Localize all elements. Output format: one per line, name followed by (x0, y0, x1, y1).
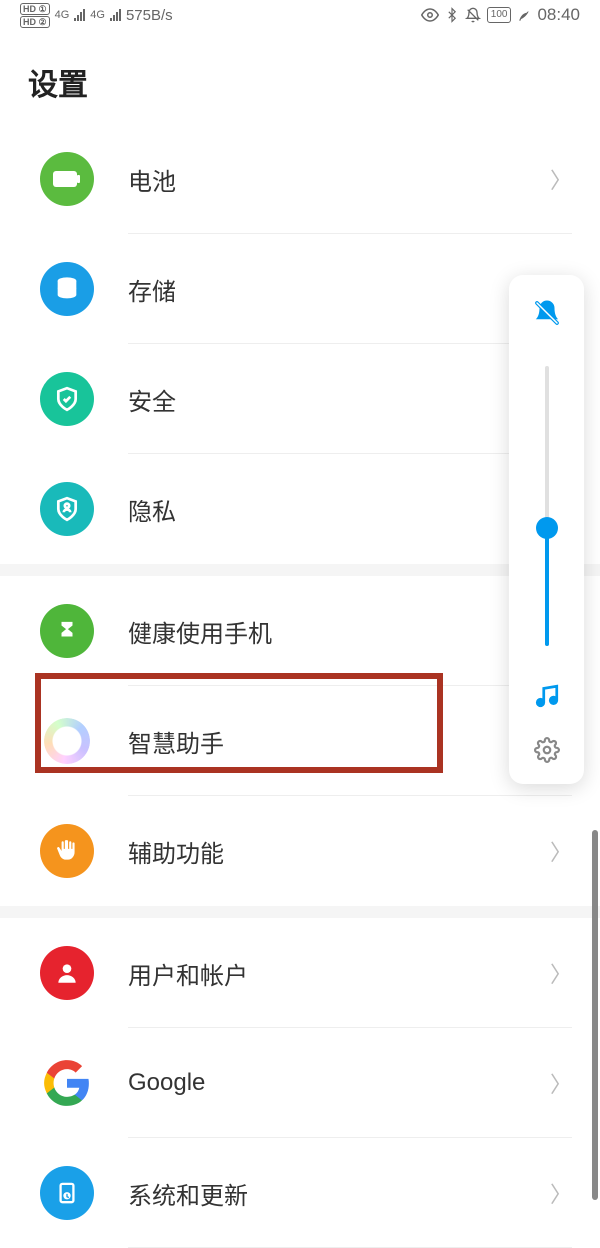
google-icon (40, 1056, 94, 1110)
item-label: 智慧助手 (128, 724, 550, 759)
item-label: 辅助功能 (128, 834, 550, 869)
signal-icon (74, 9, 85, 21)
battery-indicator: 100 (487, 7, 512, 23)
settings-item-google[interactable]: Google 〉 (0, 1028, 600, 1138)
item-label: 用户和帐户 (128, 956, 550, 991)
music-button[interactable] (529, 678, 565, 714)
data-speed: 575B/s (126, 7, 173, 24)
hd-badge-1: HD ① (20, 3, 50, 15)
status-bar: HD ① HD ② 4G 4G 575B/s 100 08:40 (0, 0, 600, 30)
hand-icon (40, 824, 94, 878)
volume-settings-button[interactable] (529, 732, 565, 768)
hourglass-icon (40, 604, 94, 658)
volume-thumb[interactable] (536, 517, 558, 539)
item-label: 健康使用手机 (128, 614, 550, 649)
clock-time: 08:40 (537, 5, 580, 25)
item-label: 电池 (128, 162, 550, 197)
scrollbar-thumb[interactable] (592, 830, 598, 1200)
item-label: 安全 (128, 382, 550, 417)
assistant-icon (40, 714, 94, 768)
bluetooth-icon (445, 7, 459, 23)
item-label: 系统和更新 (128, 1176, 550, 1211)
bell-off-icon (532, 298, 562, 328)
signal-icon-2 (110, 9, 121, 21)
chevron-right-icon: 〉 (550, 163, 572, 195)
settings-item-system[interactable]: 系统和更新 〉 (0, 1138, 600, 1248)
status-right: 100 08:40 (421, 5, 580, 25)
security-icon (40, 372, 94, 426)
volume-slider[interactable] (545, 366, 549, 646)
item-label: 隐私 (128, 492, 550, 527)
status-left: HD ① HD ② 4G 4G 575B/s (20, 3, 173, 28)
storage-icon (40, 262, 94, 316)
settings-item-battery[interactable]: 电池 〉 (0, 124, 600, 234)
settings-item-accessibility[interactable]: 辅助功能 〉 (0, 796, 600, 906)
settings-item-users[interactable]: 用户和帐户 〉 (0, 918, 600, 1028)
volume-panel (509, 275, 584, 784)
chevron-right-icon: 〉 (550, 1177, 572, 1209)
network-label-1: 4G (55, 9, 70, 21)
eye-icon (421, 6, 439, 24)
user-icon (40, 946, 94, 1000)
chevron-right-icon: 〉 (550, 835, 572, 867)
music-note-icon (534, 683, 560, 709)
battery-icon (40, 152, 94, 206)
page-title: 设置 (0, 30, 600, 124)
chevron-right-icon: 〉 (550, 957, 572, 989)
volume-fill (545, 528, 549, 646)
item-label: 存储 (128, 272, 550, 307)
chevron-right-icon: 〉 (550, 1067, 572, 1099)
hd-badge-2: HD ② (20, 16, 50, 28)
notification-off-icon (465, 7, 481, 23)
mute-button[interactable] (529, 295, 565, 331)
leaf-icon (517, 8, 531, 22)
item-label: Google (128, 1069, 550, 1097)
system-update-icon (40, 1166, 94, 1220)
privacy-icon (40, 482, 94, 536)
network-label-2: 4G (90, 9, 105, 21)
gear-icon (534, 737, 560, 763)
